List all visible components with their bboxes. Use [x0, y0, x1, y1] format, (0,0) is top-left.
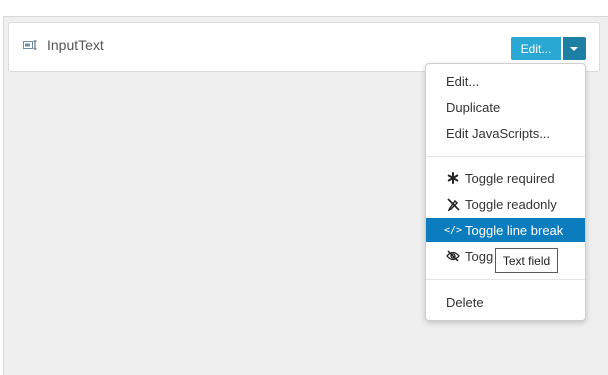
field-context-menu: Edit... Duplicate Edit JavaScripts... To…: [425, 63, 586, 321]
menu-item-label: Toggle line break: [465, 222, 564, 238]
menu-item-label: Duplicate: [446, 99, 501, 115]
tooltip: Text field: [495, 248, 558, 273]
menu-item-label: Toggle readonly: [465, 196, 557, 212]
edit-button[interactable]: Edit...: [511, 37, 561, 60]
menu-divider: [426, 156, 585, 157]
menu-item-toggle-line-break[interactable]: </> Toggle line break: [426, 218, 585, 242]
field-name: InputText: [47, 37, 104, 53]
menu-item-edit[interactable]: Edit...: [426, 69, 585, 93]
menu-item-delete[interactable]: Delete: [426, 290, 585, 314]
asterisk-icon: [446, 171, 460, 185]
eye-slash-icon: [446, 249, 460, 263]
menu-item-label: Toggle required: [465, 170, 555, 186]
input-text-icon: [23, 40, 37, 50]
menu-divider: [426, 279, 585, 280]
menu-item-label: Togg: [465, 248, 494, 264]
pencil-slash-icon: [446, 197, 460, 211]
menu-item-toggle-readonly[interactable]: Toggle readonly: [426, 192, 585, 216]
menu-item-label: Edit...: [446, 73, 480, 89]
menu-item-label: Delete: [446, 294, 484, 310]
menu-item-label: Edit JavaScripts...: [446, 125, 551, 141]
menu-item-toggle-required[interactable]: Toggle required: [426, 166, 585, 190]
menu-item-edit-javascripts[interactable]: Edit JavaScripts...: [426, 121, 585, 145]
code-icon: </>: [443, 224, 463, 236]
menu-item-duplicate[interactable]: Duplicate: [426, 95, 585, 119]
dropdown-toggle-button[interactable]: [563, 37, 586, 60]
